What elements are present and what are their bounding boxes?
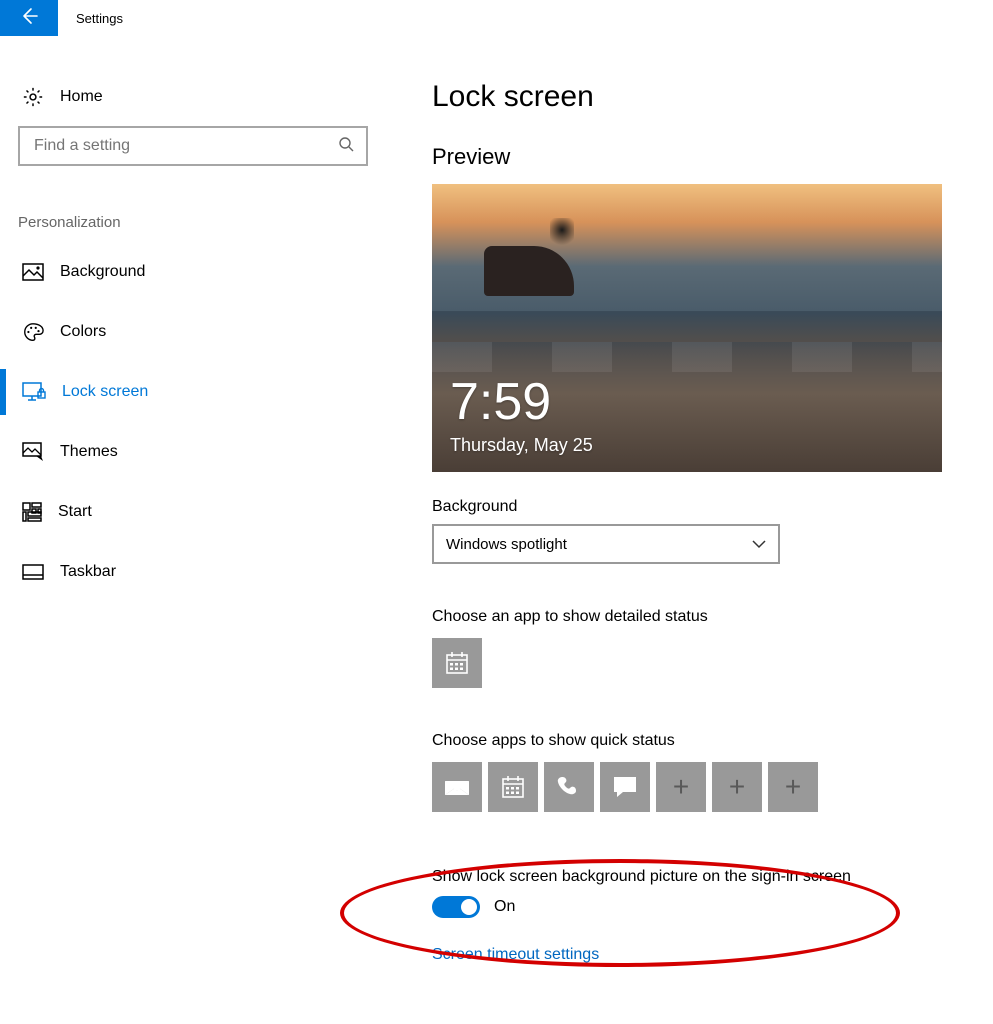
preview-time: 7:59 <box>450 376 551 428</box>
quick-status-tile-add[interactable]: + <box>712 762 762 812</box>
back-button[interactable] <box>0 0 58 36</box>
sidebar: Home Personalization Background Colors <box>0 80 380 1024</box>
dropdown-value: Windows spotlight <box>446 536 567 553</box>
signin-background-toggle[interactable] <box>432 896 480 918</box>
picture-icon <box>22 263 44 281</box>
sidebar-home-label: Home <box>60 88 103 106</box>
sidebar-item-label: Background <box>60 263 145 281</box>
toggle-label: Show lock screen background picture on t… <box>432 868 973 886</box>
phone-icon <box>556 774 582 800</box>
sidebar-item-colors[interactable]: Colors <box>18 309 370 355</box>
sidebar-item-label: Themes <box>60 443 118 461</box>
quick-status-tile-add[interactable]: + <box>768 762 818 812</box>
gear-icon <box>22 86 44 108</box>
quick-status-tile-mail[interactable] <box>432 762 482 812</box>
detailed-status-label: Choose an app to show detailed status <box>432 608 973 626</box>
chat-icon <box>611 774 639 800</box>
content: Lock screen Preview 7:59 Thursday, May 2… <box>380 80 993 1024</box>
sidebar-item-start[interactable]: Start <box>18 489 370 535</box>
background-label: Background <box>432 498 973 516</box>
sidebar-item-background[interactable]: Background <box>18 249 370 295</box>
sidebar-item-themes[interactable]: Themes <box>18 429 370 475</box>
taskbar-icon <box>22 564 44 580</box>
sidebar-item-lock-screen[interactable]: Lock screen <box>18 369 370 415</box>
preview-date: Thursday, May 25 <box>450 435 593 456</box>
palette-icon <box>22 321 44 343</box>
calendar-icon <box>444 650 470 676</box>
toggle-state: On <box>494 898 515 916</box>
arrow-left-icon <box>19 6 39 30</box>
titlebar: Settings <box>0 0 993 36</box>
lockscreen-preview: 7:59 Thursday, May 25 <box>432 184 942 472</box>
preview-heading: Preview <box>432 144 973 170</box>
background-dropdown[interactable]: Windows spotlight <box>432 524 780 564</box>
calendar-icon <box>500 774 526 800</box>
search-field[interactable] <box>32 136 312 156</box>
sidebar-item-label: Lock screen <box>62 383 148 401</box>
quick-status-tile-add[interactable]: + <box>656 762 706 812</box>
plus-icon: + <box>729 771 745 803</box>
sidebar-item-label: Taskbar <box>60 563 116 581</box>
plus-icon: + <box>673 771 689 803</box>
sidebar-home[interactable]: Home <box>18 80 370 126</box>
sidebar-section-label: Personalization <box>18 214 370 231</box>
quick-status-label: Choose apps to show quick status <box>432 732 973 750</box>
lock-screen-icon <box>22 382 46 402</box>
search-input[interactable] <box>18 126 368 166</box>
plus-icon: + <box>785 771 801 803</box>
detailed-status-app-tile[interactable] <box>432 638 482 688</box>
start-icon <box>22 502 42 522</box>
sidebar-item-label: Start <box>58 503 92 521</box>
sidebar-item-taskbar[interactable]: Taskbar <box>18 549 370 595</box>
quick-status-tile-phone[interactable] <box>544 762 594 812</box>
sidebar-item-label: Colors <box>60 323 106 341</box>
quick-status-tile-calendar[interactable] <box>488 762 538 812</box>
quick-status-tile-messaging[interactable] <box>600 762 650 812</box>
themes-icon <box>22 442 44 462</box>
window-title: Settings <box>76 11 123 26</box>
search-icon <box>338 136 354 157</box>
chevron-down-icon <box>752 539 766 549</box>
mail-icon <box>443 777 471 797</box>
screen-timeout-link[interactable]: Screen timeout settings <box>432 946 973 964</box>
page-title: Lock screen <box>432 80 973 114</box>
